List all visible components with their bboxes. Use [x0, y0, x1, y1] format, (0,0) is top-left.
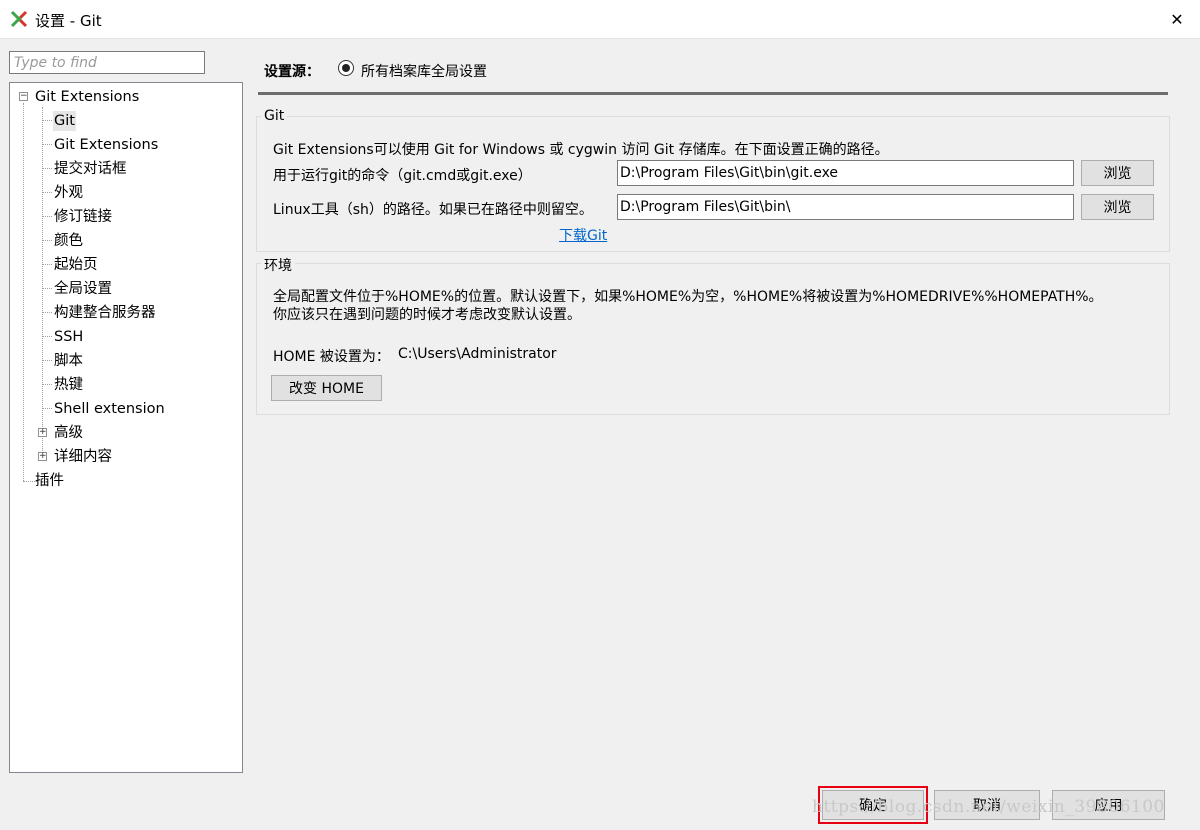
git-cmd-input[interactable]	[617, 160, 1074, 186]
tree-item-ssh[interactable]: SSH	[54, 327, 83, 347]
tree-item-git[interactable]: Git	[53, 111, 76, 131]
tree-item-shell-extension[interactable]: Shell extension	[54, 399, 165, 419]
sh-path-label: Linux工具（sh）的路径。如果已在路径中则留空。	[273, 202, 593, 218]
environment-group-title: 环境	[261, 255, 295, 275]
git-cmd-label: 用于运行git的命令（git.cmd或git.exe）	[273, 168, 532, 184]
tree-item-start-page[interactable]: 起始页	[54, 255, 98, 275]
tree-item-git-extensions[interactable]: Git Extensions	[54, 135, 158, 155]
git-group-title: Git	[261, 108, 288, 124]
home-value: C:\Users\Administrator	[398, 346, 557, 362]
browse-sh-button[interactable]: 浏览	[1081, 194, 1154, 220]
browse-git-cmd-button[interactable]: 浏览	[1081, 160, 1154, 186]
settings-tree[interactable]: − Git Extensions Git Git Extensions 提交对话…	[9, 82, 243, 773]
collapse-icon[interactable]: −	[19, 92, 28, 101]
download-git-link[interactable]: 下载Git	[559, 225, 607, 245]
settings-source-label: 设置源：	[264, 64, 320, 80]
tree-item-colors[interactable]: 颜色	[54, 231, 83, 251]
git-description: Git Extensions可以使用 Git for Windows 或 cyg…	[273, 142, 889, 158]
env-description-line2: 你应该只在遇到问题的时候才考虑改变默认设置。	[273, 307, 581, 323]
watermark-text: https://blog.csdn.net/weixin_39806100	[812, 797, 1165, 817]
env-description-line1: 全局配置文件位于%HOME%的位置。默认设置下，如果%HOME%为空，%HOME…	[273, 289, 1103, 305]
tree-item-appearance[interactable]: 外观	[54, 183, 83, 203]
global-settings-radio[interactable]	[338, 60, 354, 76]
global-settings-radio-label[interactable]: 所有档案库全局设置	[361, 61, 487, 81]
close-button[interactable]: ✕	[1154, 0, 1200, 38]
tree-item-commit-dialog[interactable]: 提交对话框	[54, 159, 127, 179]
tree-item-plugins[interactable]: 插件	[35, 471, 64, 491]
expand-icon[interactable]: +	[38, 428, 47, 437]
tree-item-hotkeys[interactable]: 热键	[54, 375, 83, 395]
change-home-button[interactable]: 改变 HOME	[271, 375, 382, 401]
tree-item-build-server[interactable]: 构建整合服务器	[54, 303, 156, 323]
home-label: HOME 被设置为：	[273, 349, 390, 365]
expand-icon[interactable]: +	[38, 452, 47, 461]
close-icon: ✕	[1170, 9, 1184, 29]
sh-path-input[interactable]	[617, 194, 1074, 220]
title-bar: 设置 - Git ✕	[0, 0, 1200, 39]
tree-item-scripts[interactable]: 脚本	[54, 351, 83, 371]
separator	[258, 92, 1168, 95]
tree-root-git-extensions[interactable]: Git Extensions	[35, 87, 139, 107]
tree-item-global-settings[interactable]: 全局设置	[54, 279, 112, 299]
git-extensions-logo-icon	[10, 10, 28, 28]
tree-item-revision-links[interactable]: 修订链接	[54, 207, 112, 227]
tree-item-advanced[interactable]: 高级	[54, 423, 83, 443]
window-title: 设置 - Git	[35, 12, 102, 30]
search-input[interactable]	[9, 51, 205, 74]
tree-item-details[interactable]: 详细内容	[54, 447, 112, 467]
